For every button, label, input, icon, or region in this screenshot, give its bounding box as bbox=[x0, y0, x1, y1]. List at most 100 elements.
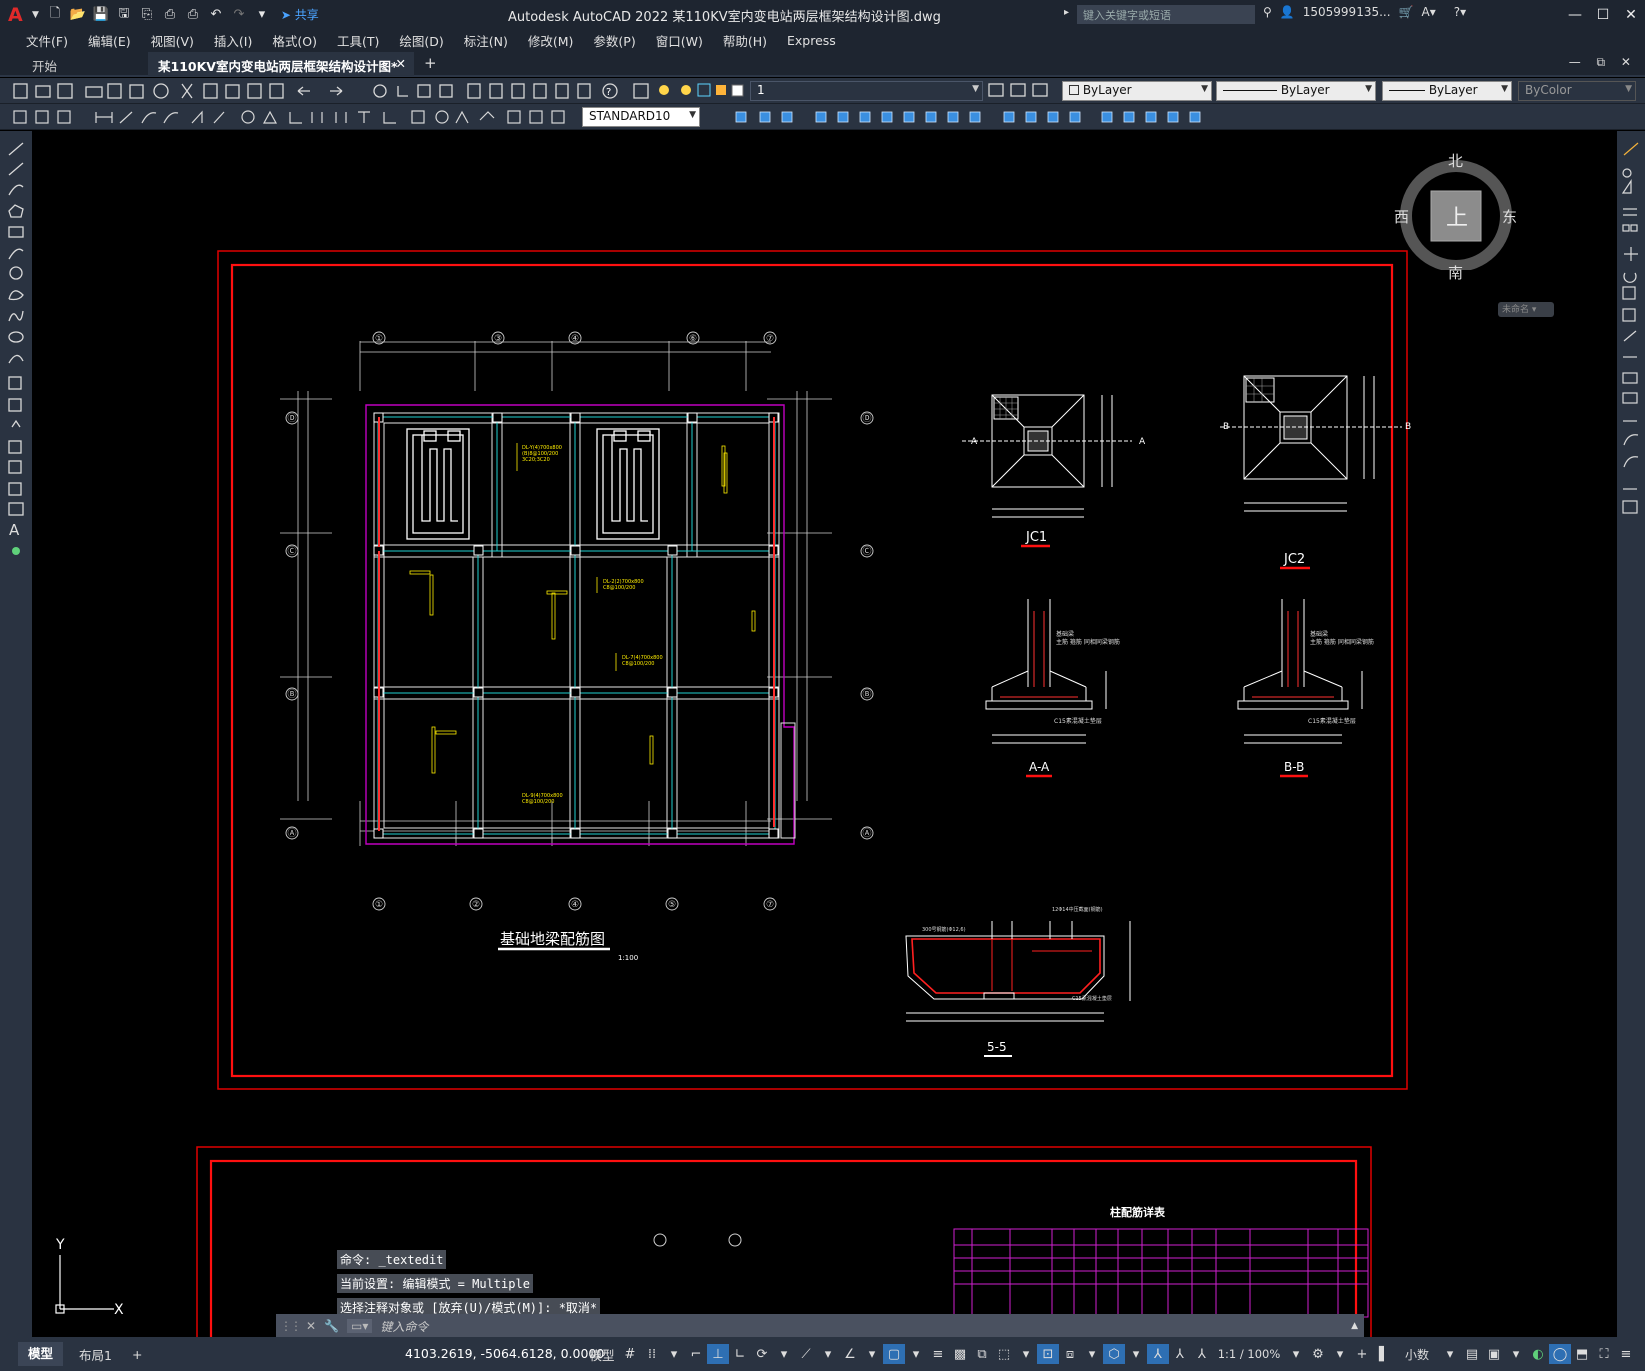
plotstyle-select[interactable]: ByColor ▼ bbox=[1518, 81, 1636, 101]
selection-cycling-icon[interactable]: ▢ bbox=[883, 1344, 905, 1364]
menu-help[interactable]: 帮助(H) bbox=[713, 31, 777, 50]
viewcube-north[interactable]: 北 bbox=[1448, 150, 1463, 171]
isodraft-icon[interactable]: ⟳ bbox=[751, 1344, 773, 1364]
scale-menu-icon[interactable]: ▾ bbox=[1285, 1344, 1307, 1364]
tab-window-controls[interactable]: — ⧉ ✕ bbox=[1569, 55, 1637, 70]
auto-scale-icon[interactable]: ⧈ bbox=[1059, 1344, 1081, 1364]
lineweight-icon[interactable]: ∠ bbox=[839, 1344, 861, 1364]
isodraft-menu-icon[interactable]: ▾ bbox=[773, 1344, 795, 1364]
linetype-select[interactable]: ByLayer ▼ bbox=[1216, 81, 1376, 101]
quick-properties-icon[interactable]: ▤ bbox=[1461, 1344, 1483, 1364]
save-as-icon[interactable]: 🖫 bbox=[114, 5, 134, 25]
transparency-icon[interactable]: ▾ bbox=[861, 1344, 883, 1364]
tab-drawing[interactable]: 某110KV室内变电站两层框架结构设计图* ✕ bbox=[148, 52, 414, 76]
import-icon[interactable]: ⎘ bbox=[137, 5, 157, 25]
menu-express[interactable]: Express bbox=[777, 33, 846, 48]
customize-icon[interactable]: 🔧 bbox=[324, 1319, 339, 1333]
drag-handle-icon[interactable]: ⋮⋮ bbox=[280, 1319, 302, 1333]
add-icon[interactable]: + bbox=[1351, 1344, 1373, 1364]
menu-modify[interactable]: 修改(M) bbox=[518, 31, 584, 50]
menu-edit[interactable]: 编辑(E) bbox=[78, 31, 141, 50]
viewcube[interactable]: 北 南 东 西 上 bbox=[1394, 140, 1518, 282]
new-icon[interactable]: 🗋 bbox=[45, 5, 65, 25]
annotation-monitor-icon[interactable]: ⬡ bbox=[1103, 1344, 1125, 1364]
cart-icon[interactable]: 🛒 bbox=[1399, 5, 1414, 19]
lineweight-select[interactable]: ByLayer ▼ bbox=[1382, 81, 1512, 101]
annotation-icon-2[interactable]: ⅄ bbox=[1169, 1344, 1191, 1364]
viewcube-top[interactable]: 上 bbox=[1446, 200, 1468, 232]
expand-arrow-icon[interactable]: ▸ bbox=[1064, 7, 1069, 18]
units-icon[interactable]: ▌ bbox=[1373, 1344, 1395, 1364]
search-input[interactable]: 键入关键字或短语 bbox=[1077, 5, 1255, 24]
units-menu-icon[interactable]: ▾ bbox=[1439, 1344, 1461, 1364]
osnap-icon[interactable]: ▾ bbox=[817, 1344, 839, 1364]
graphics-performance-icon[interactable]: ◯ bbox=[1549, 1344, 1571, 1364]
menu-view[interactable]: 视图(V) bbox=[141, 31, 204, 50]
menu-insert[interactable]: 插入(I) bbox=[204, 31, 262, 50]
ucs-menu[interactable]: 未命名 ▾ bbox=[1498, 302, 1554, 317]
layer-select[interactable]: 1 ▼ bbox=[750, 81, 983, 101]
recent-commands-icon[interactable]: ▭▾ bbox=[347, 1319, 373, 1333]
close-command-icon[interactable]: ✕ bbox=[306, 1319, 316, 1333]
autodesk-a360-icon[interactable]: A▾ bbox=[1422, 5, 1436, 19]
viewcube-south[interactable]: 南 bbox=[1448, 262, 1463, 283]
snap-icon[interactable]: ⁞⁞ bbox=[641, 1344, 663, 1364]
annotation-visibility-icon[interactable]: ⊡ bbox=[1037, 1344, 1059, 1364]
print-icon[interactable]: ⎙ bbox=[183, 5, 203, 25]
annotation-monitor-menu-icon[interactable]: ▾ bbox=[1125, 1344, 1147, 1364]
dimstyle-select[interactable]: STANDARD10 ▼ bbox=[582, 107, 700, 127]
annotation-icon-3[interactable]: ⅄ bbox=[1191, 1344, 1213, 1364]
tab-layout1[interactable]: 布局1 bbox=[69, 1345, 122, 1364]
save-icon[interactable]: 💾 bbox=[91, 5, 111, 25]
statusbar-menu-icon[interactable]: ≡ bbox=[1615, 1344, 1637, 1364]
close-icon[interactable]: ✕ bbox=[1617, 0, 1645, 29]
selection-filter-icon[interactable]: ⧉ bbox=[971, 1344, 993, 1364]
undo-icon[interactable]: ↶ bbox=[206, 5, 226, 25]
modify-toolbar-icons[interactable] bbox=[702, 104, 1222, 130]
osnap-tracking-icon[interactable]: ⟋ bbox=[795, 1344, 817, 1364]
menu-format[interactable]: 格式(O) bbox=[262, 31, 327, 50]
minimize-icon[interactable]: — bbox=[1561, 0, 1589, 29]
share-button[interactable]: ➤ 共享 bbox=[281, 6, 319, 23]
tab-start[interactable]: 开始 bbox=[22, 52, 67, 76]
menu-draw[interactable]: 绘图(D) bbox=[389, 31, 453, 50]
coordinates-readout[interactable]: 4103.2619, -5064.6128, 0.0000 bbox=[405, 1346, 604, 1361]
dynamic-ucs-icon[interactable]: ▩ bbox=[949, 1344, 971, 1364]
units-value[interactable]: 小数 bbox=[1395, 1344, 1439, 1364]
open-icon[interactable]: 📂 bbox=[68, 5, 88, 25]
drawing-canvas[interactable]: DL-Y(4)700x800 (B)8@100/200 3C20;3C20 DL-2… bbox=[32, 131, 1617, 1337]
gizmo-icon[interactable]: ⬚ bbox=[993, 1344, 1015, 1364]
annotation-scale-icon[interactable]: ⅄ bbox=[1147, 1344, 1169, 1364]
customization-icon[interactable]: ⛶ bbox=[1593, 1344, 1615, 1364]
help-icon[interactable]: ?▾ bbox=[1454, 5, 1466, 19]
auto-scale-menu-icon[interactable]: ▾ bbox=[1081, 1344, 1103, 1364]
user-icon[interactable]: 👤 bbox=[1280, 5, 1295, 19]
modify-tool-icons[interactable] bbox=[1617, 131, 1645, 531]
dimension-toolbar-icons[interactable] bbox=[0, 104, 600, 130]
search-icon[interactable]: ⚲ bbox=[1263, 5, 1272, 19]
3d-osnap-icon[interactable]: ≡ bbox=[927, 1344, 949, 1364]
command-input[interactable]: 键入命令 bbox=[380, 1318, 428, 1335]
workspace-menu-icon[interactable]: ▾ bbox=[1329, 1344, 1351, 1364]
annotation-scale[interactable]: 1:1 / 100% bbox=[1213, 1344, 1285, 1364]
color-select[interactable]: ByLayer ▼ bbox=[1062, 81, 1212, 101]
redo-icon[interactable]: ↷ bbox=[229, 5, 249, 25]
workspace-icon[interactable]: ⚙ bbox=[1307, 1344, 1329, 1364]
polar-icon[interactable]: ∟ bbox=[729, 1344, 751, 1364]
grid-icon[interactable]: # bbox=[619, 1344, 641, 1364]
customize-qat-icon[interactable]: ▾ bbox=[252, 5, 272, 25]
ortho-icon[interactable]: ⊥ bbox=[707, 1344, 729, 1364]
drawing-svg[interactable]: DL-Y(4)700x800(B)8@100/2003C20;3C20 DL-2… bbox=[32, 131, 1617, 1337]
gizmo-menu-icon[interactable]: ▾ bbox=[1015, 1344, 1037, 1364]
menu-parametric[interactable]: 参数(P) bbox=[583, 31, 645, 50]
tab-model[interactable]: 模型 bbox=[18, 1342, 64, 1366]
infer-icon[interactable]: ⌐ bbox=[685, 1344, 707, 1364]
lock-ui-icon[interactable]: ▣ bbox=[1483, 1344, 1505, 1364]
layer-tool-icons[interactable] bbox=[985, 78, 1065, 104]
viewcube-east[interactable]: 东 bbox=[1502, 206, 1517, 227]
menu-file[interactable]: 文件(F) bbox=[16, 31, 78, 50]
command-expand-icon[interactable]: ▲ bbox=[1351, 1321, 1358, 1331]
add-layout-icon[interactable]: + bbox=[122, 1347, 152, 1362]
snap-menu-icon[interactable]: ▾ bbox=[663, 1344, 685, 1364]
clean-screen-icon[interactable]: ⬒ bbox=[1571, 1344, 1593, 1364]
